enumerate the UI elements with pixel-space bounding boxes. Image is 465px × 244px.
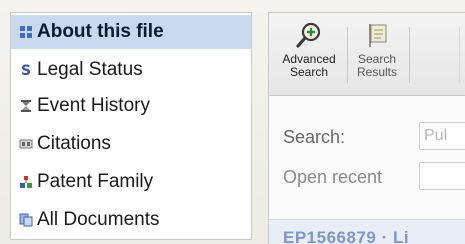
search-form: Search: Pul Open recent — [269, 96, 465, 218]
documents-icon — [19, 213, 33, 227]
sidebar-item-about-this-file[interactable]: About this file — [11, 15, 251, 49]
sidebar-item-all-documents[interactable]: All Documents — [11, 203, 251, 237]
sidebar-item-label: All Documents — [37, 209, 160, 230]
search-results-label: Search Results — [356, 52, 397, 79]
sidebar-nav: About this file S Legal Status Event His… — [10, 12, 252, 240]
search-results-button[interactable]: Search Results — [351, 19, 403, 91]
sidebar-item-event-history[interactable]: Event History — [11, 89, 251, 123]
sidebar-item-label: Citations — [37, 133, 111, 154]
toolbar-divider — [409, 27, 410, 83]
open-recent-label: Open recent — [283, 166, 383, 187]
search-input[interactable]: Pul — [419, 122, 465, 150]
toolbar-divider — [459, 27, 460, 83]
magnifier-plus-icon — [296, 22, 321, 48]
patent-viewer-window: About this file S Legal Status Event His… — [0, 0, 465, 244]
info-grid-icon — [19, 25, 33, 39]
sidebar-item-patent-family[interactable]: Patent Family — [11, 165, 251, 199]
toolbar-divider — [347, 27, 348, 83]
toolbar: Advanced Search Search Results — [269, 13, 465, 96]
results-flag-icon — [369, 24, 387, 47]
quote-box-icon — [19, 137, 33, 151]
sidebar-item-legal-status[interactable]: S Legal Status — [11, 53, 251, 87]
search-row: Search: — [283, 122, 421, 152]
main-panel: Advanced Search Search Results Search: P… — [268, 12, 465, 244]
open-recent-row: Open recent — [283, 162, 421, 192]
hourglass-icon — [19, 99, 33, 113]
svg-text:S: S — [21, 63, 31, 77]
advanced-search-button[interactable]: Advanced Search — [273, 19, 345, 91]
sidebar-item-label: Legal Status — [37, 59, 143, 80]
sidebar-item-citations[interactable]: Citations — [11, 127, 251, 161]
open-recent-select[interactable] — [419, 162, 465, 190]
result-link[interactable]: EP1566879 · Li — [283, 228, 409, 244]
family-tree-icon — [19, 175, 33, 189]
advanced-search-label: Advanced Search — [282, 52, 336, 79]
sidebar-item-label: Patent Family — [37, 171, 154, 192]
sidebar-item-label: Event History — [37, 95, 150, 116]
results-list: EP1566879 · Li — [269, 219, 465, 244]
search-label: Search: — [283, 126, 346, 147]
sidebar-item-label: About this file — [37, 21, 164, 42]
section-sign-icon: S — [19, 63, 33, 77]
